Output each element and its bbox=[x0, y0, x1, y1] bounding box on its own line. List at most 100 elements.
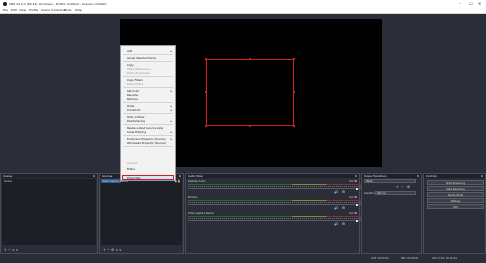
menu-scene-collection[interactable]: Scene Collection bbox=[41, 8, 66, 12]
transition-select[interactable]: Fade ▾ bbox=[364, 179, 416, 183]
obs-logo-icon bbox=[3, 1, 7, 6]
window-title: OBS 24.0.3 (64-bit, windows) - Profile: … bbox=[9, 1, 107, 6]
sources-panel: Sources ⧉ Video Capture Device ◉ 🔒 + − ⚙… bbox=[99, 173, 184, 254]
resize-handle-bottom-left[interactable] bbox=[205, 125, 207, 127]
status-bar: LIVE: 00:00:00 REC: 00:00:00 CPU: 0.9%, … bbox=[0, 254, 486, 263]
menu-item-transform[interactable]: Transform bbox=[127, 108, 140, 112]
panel-header: Scene Transitions ⧉ bbox=[362, 174, 421, 178]
rec-timer: REC: 00:00:00 bbox=[401, 257, 419, 260]
volume-slider[interactable] bbox=[188, 188, 361, 189]
submenu-arrow-icon: ▸ bbox=[170, 119, 172, 123]
cpu-fps: CPU: 0.9%, 30.00 fps bbox=[432, 257, 458, 260]
gear-icon[interactable]: ⚙ bbox=[407, 185, 410, 189]
scene-item[interactable]: Scene bbox=[4, 180, 12, 183]
scenes-list[interactable]: Scene bbox=[2, 179, 96, 245]
minimize-button[interactable]: – bbox=[459, 1, 461, 6]
submenu-arrow-icon: ▸ bbox=[170, 89, 172, 93]
duration-spinbox[interactable]: 300 ms bbox=[375, 191, 416, 195]
menu-tools[interactable]: Tools bbox=[64, 8, 71, 12]
remove-transition-icon[interactable]: − bbox=[401, 185, 404, 189]
title-bar: OBS 24.0.3 (64-bit, windows) - Profile: … bbox=[0, 0, 486, 7]
add-transition-icon[interactable]: + bbox=[396, 185, 399, 189]
menu-separator bbox=[123, 76, 173, 77]
menu-separator bbox=[123, 113, 173, 114]
resize-handle-bottom-right[interactable] bbox=[293, 125, 295, 127]
duration-label: Duration bbox=[364, 192, 375, 195]
list-item[interactable]: Video Capture Device bbox=[101, 179, 128, 183]
gear-icon[interactable]: ⚙ bbox=[342, 190, 345, 194]
speaker-icon[interactable]: 🔊 bbox=[334, 222, 338, 226]
start-streaming-button[interactable]: Start Streaming bbox=[427, 180, 484, 185]
transitions-panel-title: Scene Transitions bbox=[364, 174, 387, 178]
start-recording-button[interactable]: Start Recording bbox=[427, 186, 484, 191]
volume-slider-knob[interactable] bbox=[356, 187, 358, 190]
close-button[interactable]: ✕ bbox=[478, 1, 481, 6]
gear-icon[interactable]: ⚙ bbox=[342, 222, 345, 226]
volume-slider[interactable] bbox=[188, 220, 361, 221]
submenu-arrow-icon: ▸ bbox=[170, 49, 172, 53]
source-controls[interactable]: + − ⚙ ∧ ∨ bbox=[103, 248, 122, 252]
mixer-panel-title: Audio Mixer bbox=[188, 174, 204, 178]
menu-item-properties[interactable]: Properties bbox=[127, 176, 141, 180]
menu-profile[interactable]: Profile bbox=[29, 8, 38, 12]
undock-icon[interactable]: ⧉ bbox=[481, 174, 483, 178]
menu-item-filters[interactable]: Filters bbox=[127, 167, 135, 171]
menu-separator bbox=[123, 54, 173, 55]
resize-handle-bottom[interactable] bbox=[249, 125, 251, 127]
menu-item-group-selected[interactable]: Group Selected Items bbox=[127, 56, 156, 60]
volume-slider-knob[interactable] bbox=[356, 219, 358, 222]
sources-panel-title: Sources bbox=[102, 174, 113, 178]
resize-handle-left[interactable] bbox=[205, 91, 207, 93]
resize-handle-top-right[interactable] bbox=[293, 58, 295, 60]
maximize-button[interactable]: ☐ bbox=[469, 1, 473, 6]
submenu-arrow-icon: ▸ bbox=[170, 130, 172, 134]
resize-handle-top[interactable] bbox=[249, 58, 251, 60]
menu-item-remove[interactable]: Remove bbox=[127, 97, 138, 101]
menu-item-deinterlacing[interactable]: Deinterlacing bbox=[127, 119, 145, 123]
menu-item-scale-filtering[interactable]: Scale Filtering bbox=[127, 130, 146, 134]
menu-help[interactable]: Help bbox=[75, 8, 82, 12]
volume-meter bbox=[188, 183, 361, 185]
volume-meter bbox=[188, 215, 361, 217]
live-timer: LIVE: 00:00:00 bbox=[371, 257, 389, 260]
undock-icon[interactable]: ⧉ bbox=[417, 174, 419, 178]
menu-item-windowed-projector[interactable]: Windowed Projector (Source) bbox=[127, 141, 166, 145]
volume-meter bbox=[188, 199, 361, 201]
panel-header: Audio Mixer ⧉ bbox=[186, 174, 359, 178]
menu-separator bbox=[123, 102, 173, 103]
menu-view[interactable]: View bbox=[19, 8, 26, 12]
volume-slider-knob[interactable] bbox=[356, 203, 358, 206]
undock-icon[interactable]: ⧉ bbox=[93, 174, 95, 178]
panel-header: Scenes ⧉ bbox=[1, 174, 97, 178]
settings-button[interactable]: Settings bbox=[427, 198, 484, 203]
menu-separator bbox=[123, 124, 173, 125]
source-context-menu: Add ▸ Group Selected Items Copy Paste (Re… bbox=[120, 45, 176, 181]
menu-separator bbox=[123, 87, 173, 88]
menu-separator bbox=[123, 61, 173, 62]
studio-mode-button[interactable]: Studio Mode bbox=[427, 192, 484, 197]
resize-handle-top-left[interactable] bbox=[205, 58, 207, 60]
menu-file[interactable]: File bbox=[3, 8, 8, 12]
gear-icon[interactable]: ⚙ bbox=[342, 206, 345, 210]
sources-list[interactable]: Video Capture Device ◉ 🔒 bbox=[101, 179, 182, 245]
menu-item-paste-duplicate[interactable]: Paste (Duplicate) bbox=[127, 71, 150, 75]
menu-edit[interactable]: Edit bbox=[11, 8, 17, 12]
exit-button[interactable]: Exit bbox=[427, 204, 484, 209]
menu-item-paste-filters[interactable]: Paste Filters bbox=[127, 82, 143, 86]
submenu-arrow-icon: ▸ bbox=[170, 108, 172, 112]
scene-transitions-panel: Scene Transitions ⧉ Fade ▾ + − ⚙ Duratio… bbox=[361, 173, 422, 254]
controls-panel-title: Controls bbox=[426, 174, 437, 178]
lock-icon[interactable]: 🔒 bbox=[177, 179, 181, 183]
speaker-icon[interactable]: 🔊 bbox=[334, 206, 338, 210]
volume-slider[interactable] bbox=[188, 204, 361, 205]
scenes-panel: Scenes ⧉ Scene + − ∧ ∨ bbox=[0, 173, 98, 254]
controls-panel: Controls ⧉ Start Streaming Start Recordi… bbox=[423, 173, 486, 254]
menu-item-add[interactable]: Add bbox=[127, 49, 132, 53]
undock-icon[interactable]: ⧉ bbox=[355, 174, 357, 178]
undock-icon[interactable]: ⧉ bbox=[179, 174, 181, 178]
source-bounding-box[interactable] bbox=[206, 59, 294, 126]
speaker-icon[interactable]: 🔊 bbox=[334, 190, 338, 194]
resize-handle-right[interactable] bbox=[293, 91, 295, 93]
scene-controls[interactable]: + − ∧ ∨ bbox=[4, 248, 18, 252]
menu-item-interact[interactable]: Interact bbox=[127, 161, 138, 165]
